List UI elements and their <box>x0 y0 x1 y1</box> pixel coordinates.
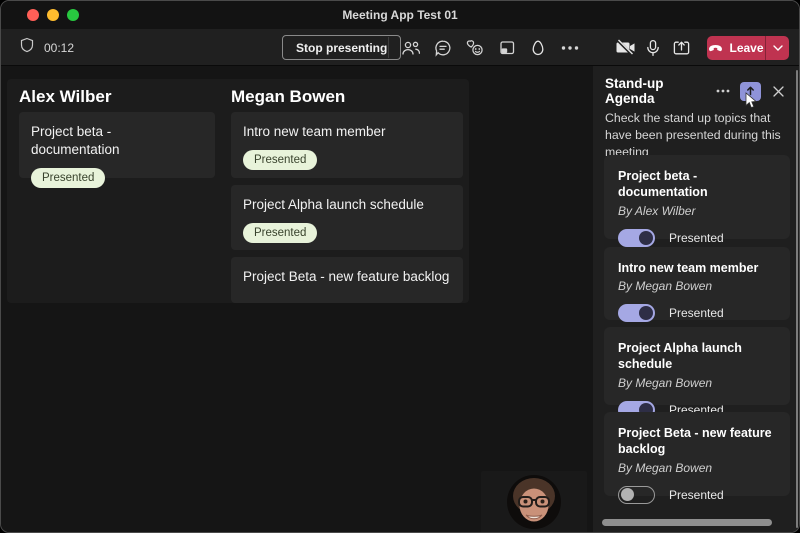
stage-card: Intro new team member Presented <box>231 112 463 178</box>
agenda-item-author: By Megan Bowen <box>618 461 776 475</box>
leave-button[interactable]: Leave <box>707 36 765 60</box>
sidebar-header: Stand-up Agenda <box>605 80 789 102</box>
share-window-icon[interactable] <box>492 29 522 66</box>
camera-off-icon[interactable] <box>611 29 641 66</box>
more-icon[interactable] <box>555 29 585 66</box>
window-title: Meeting App Test 01 <box>1 8 799 22</box>
mouse-cursor <box>745 92 758 109</box>
stage-card: Project beta - documentation Presented <box>19 112 215 178</box>
self-video-avatar <box>506 474 562 532</box>
close-panel-icon[interactable] <box>767 81 789 101</box>
toggle-label: Presented <box>669 488 724 502</box>
stage-card-title: Project Alpha launch schedule <box>243 196 451 214</box>
presented-badge: Presented <box>243 223 317 243</box>
vertical-scrollbar[interactable] <box>796 70 798 528</box>
stop-presenting-button[interactable]: Stop presenting <box>282 35 401 60</box>
agenda-item: Intro new team member By Megan Bowen Pre… <box>604 247 790 320</box>
toolbar-divider <box>388 37 389 58</box>
self-video-tile[interactable] <box>481 471 587 533</box>
presented-toggle[interactable] <box>618 304 655 322</box>
titlebar: Meeting App Test 01 <box>1 1 799 29</box>
leave-options-caret[interactable] <box>765 36 789 60</box>
agenda-item-title: Intro new team member <box>618 260 776 276</box>
toggle-label: Presented <box>669 231 724 245</box>
stage-card: Project Alpha launch schedule Presented <box>231 185 463 250</box>
share-tray-icon[interactable] <box>666 29 696 66</box>
mic-icon[interactable] <box>638 29 668 66</box>
agenda-item-title: Project Beta - new feature backlog <box>618 425 776 458</box>
stage-card-title: Intro new team member <box>243 123 451 141</box>
leave-split-button: Leave <box>707 36 789 60</box>
timer-text: 00:12 <box>44 41 74 55</box>
agenda-item: Project Beta - new feature backlog By Me… <box>604 412 790 496</box>
shield-icon <box>19 37 35 58</box>
sidebar-title: Stand-up Agenda <box>605 76 712 106</box>
presented-toggle[interactable] <box>618 229 655 247</box>
horizontal-scrollbar[interactable] <box>602 519 772 526</box>
meeting-timer: 00:12 <box>19 29 74 66</box>
standup-agenda-panel: Stand-up Agenda Check the stand up topic… <box>593 66 800 533</box>
sidebar-more-icon[interactable] <box>712 81 734 101</box>
presented-toggle[interactable] <box>618 486 655 504</box>
agenda-item-author: By Alex Wilber <box>618 204 776 218</box>
agenda-item-title: Project beta - documentation <box>618 168 776 201</box>
standup-board: Alex Wilber Project beta - documentation… <box>7 79 469 303</box>
reactions-icon[interactable] <box>460 29 490 66</box>
agenda-item: Project Alpha launch schedule By Megan B… <box>604 327 790 405</box>
agenda-item-title: Project Alpha launch schedule <box>618 340 776 373</box>
agenda-item: Project beta - documentation By Alex Wil… <box>604 155 790 239</box>
column-header-alex: Alex Wilber <box>19 87 111 107</box>
agenda-item-author: By Megan Bowen <box>618 376 776 390</box>
leave-button-label: Leave <box>729 41 763 55</box>
presented-badge: Presented <box>243 150 317 170</box>
agenda-item-author: By Megan Bowen <box>618 279 776 293</box>
app-icon[interactable] <box>523 29 553 66</box>
column-header-megan: Megan Bowen <box>231 87 345 107</box>
teams-meeting-window: Meeting App Test 01 00:12 Stop presentin… <box>0 0 800 533</box>
stage-card-title: Project beta - documentation <box>31 123 203 159</box>
hang-up-icon <box>708 44 723 52</box>
participants-icon[interactable] <box>396 29 426 66</box>
toggle-label: Presented <box>669 306 724 320</box>
shared-stage: Alex Wilber Project beta - documentation… <box>1 66 593 533</box>
meeting-toolbar: 00:12 Stop presenting <box>1 29 799 66</box>
sidebar-description: Check the stand up topics that have been… <box>605 110 787 161</box>
stage-card: Project Beta - new feature backlog <box>231 257 463 303</box>
chevron-down-icon <box>773 45 783 51</box>
stage-card-title: Project Beta - new feature backlog <box>243 268 451 286</box>
chat-icon[interactable] <box>428 29 458 66</box>
presented-badge: Presented <box>31 168 105 188</box>
